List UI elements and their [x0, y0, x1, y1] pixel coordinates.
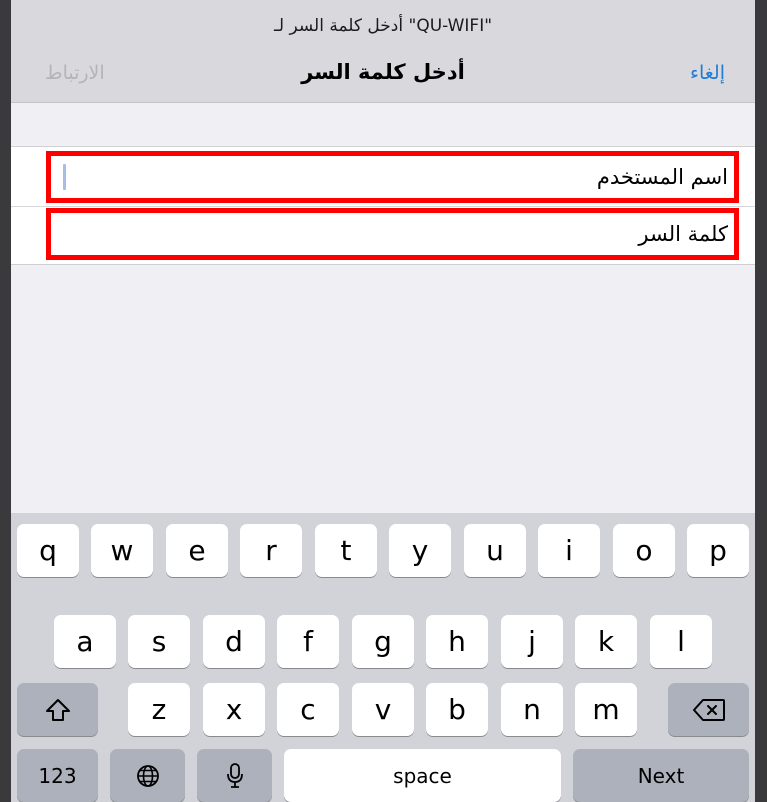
space-key[interactable]: space [284, 749, 561, 802]
username-field[interactable]: اسم المستخدم [46, 151, 739, 203]
row-divider [11, 206, 755, 207]
keyboard: q w e r t y u i o p a s d f g h j k l z … [11, 513, 755, 802]
key-s[interactable]: s [128, 615, 190, 668]
password-label: كلمة السر [638, 222, 728, 246]
shift-icon [45, 698, 70, 721]
key-b[interactable]: b [426, 683, 488, 736]
key-a[interactable]: a [54, 615, 116, 668]
key-i[interactable]: i [538, 524, 600, 577]
key-p[interactable]: p [687, 524, 749, 577]
key-t[interactable]: t [315, 524, 377, 577]
key-c[interactable]: c [277, 683, 339, 736]
key-l[interactable]: l [650, 615, 712, 668]
next-key[interactable]: Next [573, 749, 749, 802]
key-r[interactable]: r [240, 524, 302, 577]
join-button[interactable]: الارتباط [45, 62, 105, 84]
text-cursor [63, 164, 66, 190]
key-x[interactable]: x [203, 683, 265, 736]
key-h[interactable]: h [426, 615, 488, 668]
nav-header: أدخل كلمة السر لـ "QU-WIFI" أدخل كلمة ال… [11, 0, 755, 103]
key-j[interactable]: j [501, 615, 563, 668]
key-d[interactable]: d [203, 615, 265, 668]
key-q[interactable]: q [17, 524, 79, 577]
key-g[interactable]: g [352, 615, 414, 668]
key-z[interactable]: z [128, 683, 190, 736]
password-field[interactable]: كلمة السر [46, 208, 739, 260]
delete-key[interactable] [668, 683, 749, 736]
microphone-key[interactable] [197, 749, 272, 802]
shift-key[interactable] [17, 683, 98, 736]
microphone-icon [226, 762, 243, 788]
numbers-key[interactable]: 123 [17, 749, 98, 802]
screen: أدخل كلمة السر لـ "QU-WIFI" أدخل كلمة ال… [11, 0, 755, 802]
key-k[interactable]: k [575, 615, 637, 668]
username-label: اسم المستخدم [596, 165, 728, 189]
page-title: أدخل كلمة السر [301, 60, 465, 84]
key-v[interactable]: v [352, 683, 414, 736]
backspace-icon [692, 698, 725, 721]
key-n[interactable]: n [501, 683, 563, 736]
credentials-form: اسم المستخدم كلمة السر [11, 146, 755, 265]
key-f[interactable]: f [277, 615, 339, 668]
globe-key[interactable] [110, 749, 185, 802]
key-y[interactable]: y [389, 524, 451, 577]
key-w[interactable]: w [91, 524, 153, 577]
globe-icon [136, 764, 159, 787]
wifi-password-prompt: أدخل كلمة السر لـ "QU-WIFI" [273, 16, 493, 36]
key-e[interactable]: e [166, 524, 228, 577]
key-m[interactable]: m [575, 683, 637, 736]
key-u[interactable]: u [464, 524, 526, 577]
key-o[interactable]: o [613, 524, 675, 577]
cancel-button[interactable]: إلغاء [690, 62, 725, 84]
